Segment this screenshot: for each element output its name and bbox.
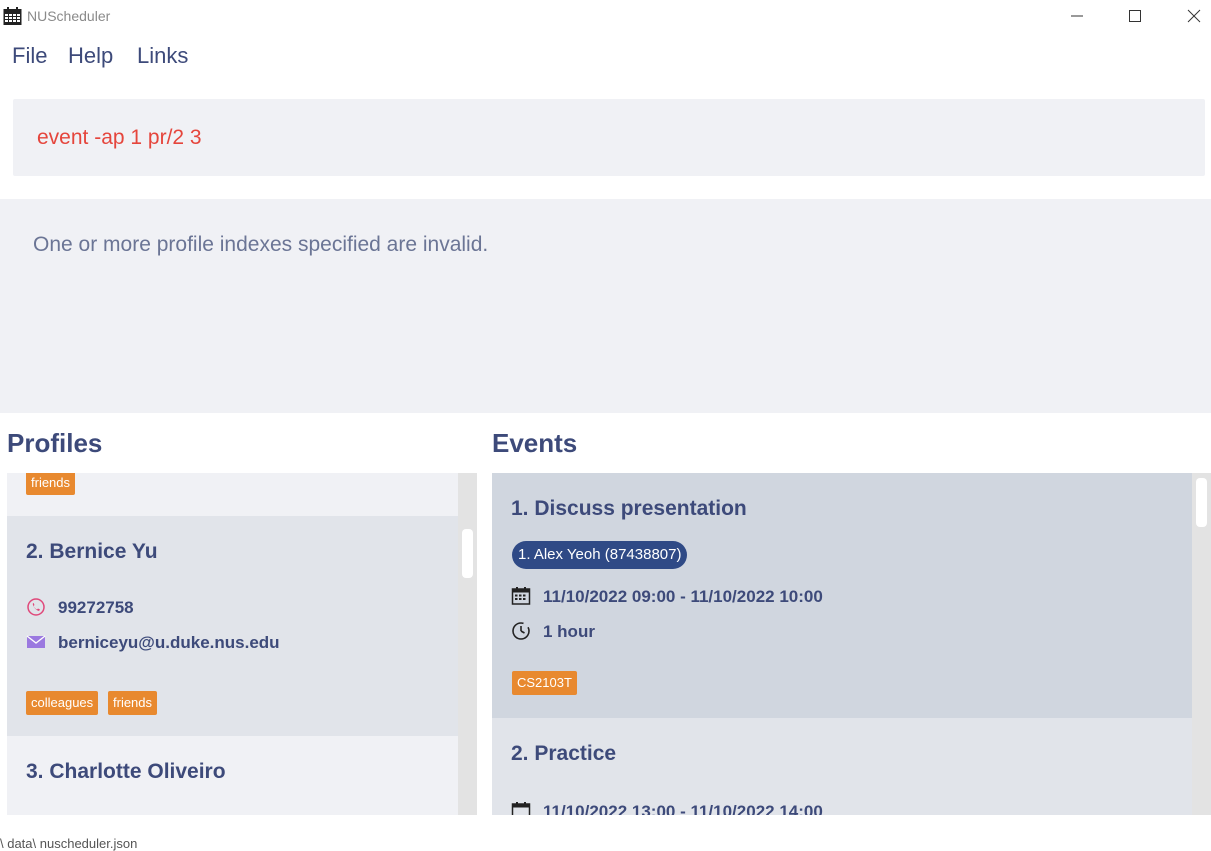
status-bar-path: \ data\ nuscheduler.json bbox=[0, 836, 138, 851]
event-title: 2. Practice bbox=[511, 742, 617, 765]
event-card[interactable]: 2. Practice 11/10/2022 13:00 - 11/10/202… bbox=[492, 718, 1192, 815]
command-input[interactable]: event -ap 1 pr/2 3 bbox=[13, 99, 1205, 176]
close-icon bbox=[1187, 9, 1201, 23]
phone-icon bbox=[27, 598, 45, 616]
participant-badge: 1. Alex Yeoh (87438807) bbox=[512, 541, 688, 569]
window-title: NUScheduler bbox=[27, 8, 111, 24]
calendar-icon bbox=[511, 802, 531, 815]
profile-email: berniceyu@u.duke.nus.edu bbox=[58, 633, 280, 652]
calendar-icon bbox=[3, 7, 22, 25]
profiles-header: Profiles bbox=[7, 428, 103, 458]
minimize-button[interactable] bbox=[1058, 4, 1098, 28]
menu-help[interactable]: Help bbox=[68, 43, 113, 69]
title-bar: NUScheduler bbox=[0, 0, 1211, 34]
profile-name: 2. Bernice Yu bbox=[26, 540, 158, 563]
event-list[interactable]: 1. Discuss presentation 1. Alex Yeoh (87… bbox=[492, 473, 1211, 815]
command-text: event -ap 1 pr/2 3 bbox=[37, 126, 202, 149]
event-title: 1. Discuss presentation bbox=[511, 497, 747, 520]
minimize-icon bbox=[1071, 15, 1083, 17]
events-scrollbar[interactable] bbox=[1192, 473, 1211, 815]
close-button[interactable] bbox=[1175, 4, 1211, 28]
maximize-icon bbox=[1129, 10, 1141, 22]
calendar-icon bbox=[511, 587, 531, 605]
profile-name: 3. Charlotte Oliveiro bbox=[26, 760, 226, 783]
tag: friends bbox=[26, 473, 76, 495]
email-icon bbox=[26, 635, 46, 648]
result-message: One or more profile indexes specified ar… bbox=[33, 233, 489, 256]
events-header: Events bbox=[492, 428, 578, 458]
tag: friends bbox=[108, 691, 158, 715]
profile-card[interactable]: 3. Charlotte Oliveiro bbox=[7, 736, 458, 815]
scrollbar-thumb[interactable] bbox=[462, 529, 473, 578]
profile-phone: 99272758 bbox=[58, 598, 134, 617]
profile-list[interactable]: friends 2. Bernice Yu 99272758 berniceyu… bbox=[7, 473, 477, 815]
scrollbar-thumb[interactable] bbox=[1196, 478, 1207, 527]
menu-file[interactable]: File bbox=[12, 43, 47, 69]
tag: colleagues bbox=[26, 691, 99, 715]
profiles-scrollbar[interactable] bbox=[458, 473, 477, 815]
menu-links[interactable]: Links bbox=[137, 43, 188, 69]
timer-icon bbox=[512, 622, 530, 640]
event-datetime: 11/10/2022 09:00 - 11/10/2022 10:00 bbox=[543, 587, 823, 606]
maximize-button[interactable] bbox=[1116, 4, 1156, 28]
event-card[interactable]: 1. Discuss presentation 1. Alex Yeoh (87… bbox=[492, 473, 1192, 718]
tag: CS2103T bbox=[512, 671, 577, 695]
result-display: One or more profile indexes specified ar… bbox=[0, 199, 1211, 413]
event-duration: 1 hour bbox=[543, 622, 595, 641]
profile-card[interactable]: 2. Bernice Yu 99272758 berniceyu@u.duke.… bbox=[7, 516, 458, 736]
event-datetime: 11/10/2022 13:00 - 11/10/2022 14:00 bbox=[543, 802, 823, 815]
profile-card[interactable]: friends bbox=[7, 473, 458, 516]
